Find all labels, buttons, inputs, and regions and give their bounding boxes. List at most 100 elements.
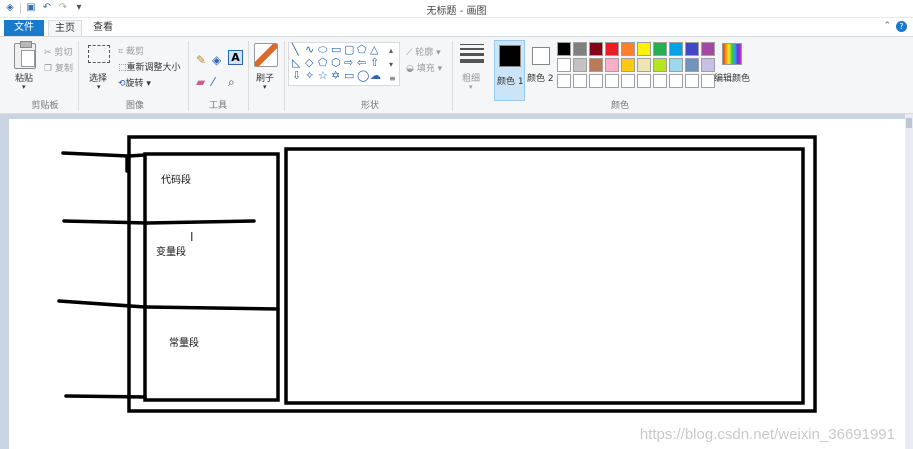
tab-file[interactable]: 文件 (4, 20, 44, 36)
color2-label[interactable]: 颜色 2 (527, 71, 554, 84)
six-point-star-shape-icon[interactable]: ✡ (331, 70, 340, 82)
tab-home[interactable]: 主页 (48, 20, 82, 36)
magnifier-icon[interactable]: ⌕ (228, 75, 235, 90)
right-arrow-shape-icon[interactable]: ⇨ (344, 57, 353, 69)
outline-button[interactable]: ⟋ 轮廓 ▾ (406, 45, 441, 59)
color-picker-icon[interactable]: ⁄ (212, 75, 214, 89)
rectangle-shape-icon[interactable]: ▭ (331, 44, 341, 56)
palette-color-swatch[interactable] (621, 58, 635, 72)
palette-color-swatch[interactable] (589, 58, 603, 72)
color-palette (557, 42, 715, 88)
oval-shape-icon[interactable]: ⬭ (318, 44, 327, 56)
palette-color-swatch[interactable] (653, 74, 667, 88)
palette-color-swatch[interactable] (589, 74, 603, 88)
palette-color-swatch[interactable] (701, 42, 715, 56)
resize-button[interactable]: ⬚重新调整大小 (118, 60, 181, 74)
down-arrow-shape-icon[interactable]: ⇩ (292, 70, 301, 82)
oval-callout-shape-icon[interactable]: ◯ (357, 70, 369, 82)
four-point-star-shape-icon[interactable]: ✧ (305, 70, 314, 82)
palette-color-swatch[interactable] (605, 42, 619, 56)
brushes-dropdown-icon[interactable]: ▾ (263, 83, 267, 91)
paste-icon[interactable] (14, 41, 36, 69)
group-divider (78, 41, 79, 111)
hexagon-shape-icon[interactable]: ⬡ (331, 57, 341, 69)
shapes-scroll-down-icon[interactable]: ▾ (389, 59, 393, 71)
shapes-scroll-up-icon[interactable]: ▴ (389, 45, 393, 57)
pentagon-shape-icon[interactable]: ⬠ (318, 57, 328, 69)
minimize-ribbon-icon[interactable]: ⌃ (883, 21, 891, 31)
cloud-callout-shape-icon[interactable]: ☁ (370, 70, 381, 82)
color1-label: 颜色 1 (497, 77, 524, 87)
palette-color-swatch[interactable] (637, 42, 651, 56)
palette-color-swatch[interactable] (605, 74, 619, 88)
scrollbar-thumb[interactable] (906, 118, 912, 128)
up-arrow-shape-icon[interactable]: ⇧ (370, 57, 379, 69)
size-dropdown-icon[interactable]: ▾ (469, 83, 473, 91)
text-icon[interactable]: A (228, 50, 243, 65)
paste-dropdown-icon[interactable]: ▾ (22, 83, 26, 91)
drawing-strokes (57, 135, 817, 413)
eraser-icon[interactable]: ▰ (196, 75, 205, 89)
color1-button[interactable]: 颜色 1 (494, 40, 525, 101)
palette-color-swatch[interactable] (637, 58, 651, 72)
palette-color-swatch[interactable] (557, 74, 571, 88)
left-arrow-shape-icon[interactable]: ⇦ (357, 57, 366, 69)
help-icon[interactable]: ? (896, 21, 907, 32)
brush-icon[interactable] (254, 43, 278, 67)
select-icon[interactable] (88, 45, 110, 63)
tab-view[interactable]: 查看 (86, 20, 120, 36)
palette-color-swatch[interactable] (573, 74, 587, 88)
shapes-more-icon[interactable]: ≡ (389, 73, 396, 85)
palette-color-swatch[interactable] (669, 42, 683, 56)
fill-button[interactable]: ◒ 填充 ▾ (406, 61, 442, 75)
copy-button[interactable]: ❐ 复制 (44, 61, 73, 75)
rounded-rectangle-shape-icon[interactable]: ▢ (344, 44, 354, 56)
drawing-canvas[interactable]: 代码段 变量段 常量段 Ⅰ https://blog.csdn.net/weix… (9, 119, 905, 449)
colors-group-label: 颜色 (610, 101, 629, 111)
palette-color-swatch[interactable] (669, 58, 683, 72)
palette-color-swatch[interactable] (573, 58, 587, 72)
resize-label: 重新调整大小 (126, 63, 181, 73)
line-shape-icon[interactable]: ╲ (292, 44, 299, 56)
triangle-shape-icon[interactable]: △ (370, 44, 378, 56)
fill-icon[interactable]: ◈ (212, 53, 221, 67)
palette-color-swatch[interactable] (685, 74, 699, 88)
memory-column-stroke (143, 152, 280, 402)
select-dropdown-icon[interactable]: ▾ (97, 83, 101, 91)
edit-colors-button[interactable]: 编辑颜色 (714, 71, 750, 84)
palette-color-swatch[interactable] (685, 42, 699, 56)
curve-shape-icon[interactable]: ∿ (305, 44, 314, 56)
palette-color-swatch[interactable] (557, 58, 571, 72)
polygon-shape-icon[interactable]: ⬠ (357, 44, 367, 56)
five-point-star-shape-icon[interactable]: ☆ (318, 70, 328, 82)
pencil-icon[interactable]: ✎ (196, 53, 206, 67)
palette-color-swatch[interactable] (637, 74, 651, 88)
crop-button[interactable]: ⌗ 裁剪 (118, 44, 144, 58)
callout-shape-icon[interactable]: ▭ (344, 70, 354, 82)
rotate-button[interactable]: ⟲旋转 ▾ (118, 76, 151, 90)
palette-color-swatch[interactable] (605, 58, 619, 72)
palette-color-swatch[interactable] (685, 58, 699, 72)
group-divider (452, 41, 453, 111)
palette-color-swatch[interactable] (621, 42, 635, 56)
palette-color-swatch[interactable] (557, 42, 571, 56)
edit-colors-icon[interactable] (722, 43, 742, 65)
size-icon[interactable] (460, 44, 484, 66)
right-triangle-shape-icon[interactable]: ◺ (292, 57, 300, 69)
palette-color-swatch[interactable] (621, 74, 635, 88)
divider-line-2 (145, 305, 280, 311)
palette-color-swatch[interactable] (653, 58, 667, 72)
palette-color-swatch[interactable] (573, 42, 587, 56)
outer-frame-stroke (127, 135, 817, 413)
palette-color-swatch[interactable] (653, 42, 667, 56)
palette-color-swatch[interactable] (669, 74, 683, 88)
palette-color-swatch[interactable] (589, 42, 603, 56)
cut-button[interactable]: ✂ 剪切 (44, 45, 72, 59)
window-title: 无标题 - 画图 (426, 6, 487, 17)
vertical-scrollbar[interactable] (905, 114, 913, 449)
palette-color-swatch[interactable] (701, 74, 715, 88)
color2-swatch[interactable] (532, 47, 550, 65)
resize-icon: ⬚ (118, 62, 127, 73)
diamond-shape-icon[interactable]: ◇ (305, 57, 313, 69)
palette-color-swatch[interactable] (701, 58, 715, 72)
